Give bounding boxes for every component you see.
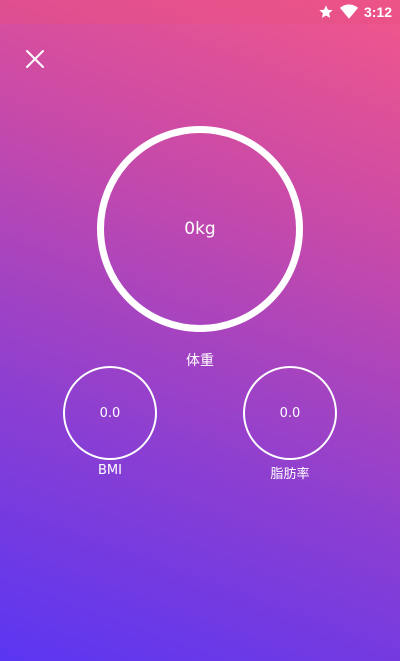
status-bar: 3:12 [0,0,400,24]
body-fat-ring: 0.0 [243,366,337,460]
bmi-value: 0.0 [99,405,121,421]
wifi-icon [339,4,358,20]
bmi-label: BMI [98,463,122,478]
status-bar-right: 3:12 [318,0,392,24]
weight-value: 0kg [184,219,216,239]
body-fat-label: 脂肪率 [270,467,310,482]
close-icon [26,50,44,68]
star-icon [318,4,334,20]
status-time: 3:12 [363,4,392,20]
weight-ring: 0kg [97,126,303,332]
weight-label: 体重 [186,353,214,369]
screen: 3:12 0kg 体重 0.0 BMI 0.0 脂肪率 [0,0,400,661]
close-button[interactable] [22,46,48,72]
body-fat-value: 0.0 [279,405,301,421]
bmi-ring: 0.0 [63,366,157,460]
